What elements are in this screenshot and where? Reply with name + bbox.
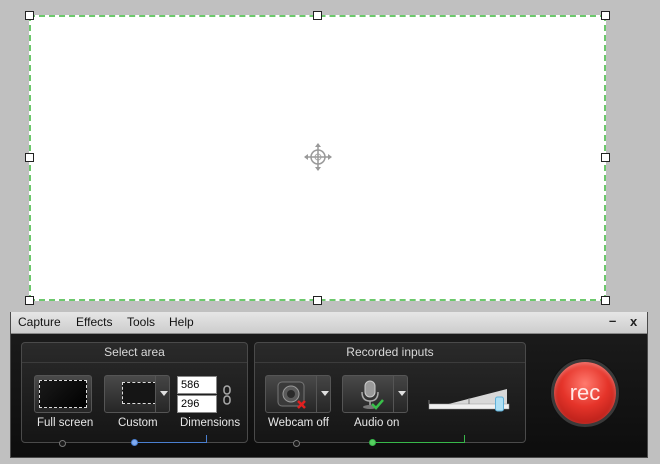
full-screen-icon [39, 380, 87, 408]
menu-bar: Capture Effects Tools Help – x [11, 312, 647, 334]
webcam-dropdown[interactable] [316, 375, 331, 413]
full-screen-indicator-dot [59, 440, 66, 447]
select-area-title: Select area [22, 343, 247, 363]
audio-label: Audio on [354, 417, 400, 429]
dimensions-label: Dimensions [180, 417, 241, 429]
menu-capture[interactable]: Capture [18, 315, 61, 329]
audio-indicator-dot [369, 439, 376, 446]
custom-track-line [137, 442, 206, 443]
audio-button[interactable] [342, 375, 394, 413]
resize-handle-bottom-left[interactable] [25, 296, 34, 305]
custom-track-tick [206, 435, 207, 443]
webcam-label: Webcam off [268, 417, 329, 429]
resize-handle-left[interactable] [25, 153, 34, 162]
audio-dropdown[interactable] [393, 375, 408, 413]
audio-track-tick [464, 435, 465, 443]
select-area-panel: Select area Full screen Custom Dimension… [21, 342, 248, 443]
width-input[interactable] [177, 376, 217, 394]
resize-handle-top[interactable] [313, 11, 322, 20]
resize-handle-right[interactable] [601, 153, 610, 162]
recorded-inputs-title: Recorded inputs [255, 343, 525, 363]
resize-handle-bottom-right[interactable] [601, 296, 610, 305]
webcam-button[interactable] [265, 375, 317, 413]
menu-tools[interactable]: Tools [127, 315, 155, 329]
microphone-icon [361, 380, 384, 410]
menu-effects[interactable]: Effects [76, 315, 112, 329]
volume-slider[interactable] [427, 383, 512, 413]
custom-label: Custom [118, 417, 158, 429]
chain-link-icon[interactable] [222, 385, 232, 405]
resize-handle-bottom[interactable] [313, 296, 322, 305]
custom-indicator-dot [131, 439, 138, 446]
minimize-button[interactable]: – [609, 313, 616, 328]
audio-track-line [374, 442, 464, 443]
volume-slider-thumb[interactable] [495, 396, 504, 412]
resize-handle-top-left[interactable] [25, 11, 34, 20]
height-input[interactable] [177, 395, 217, 413]
custom-area-button[interactable] [104, 375, 156, 413]
webcam-indicator-dot [293, 440, 300, 447]
recorder-toolbar: Capture Effects Tools Help – x Select ar… [10, 312, 648, 458]
webcam-icon [277, 381, 306, 409]
record-button[interactable]: rec [551, 359, 619, 427]
full-screen-label: Full screen [37, 417, 94, 429]
close-button[interactable]: x [630, 314, 637, 329]
resize-handle-top-right[interactable] [601, 11, 610, 20]
custom-area-icon [122, 382, 156, 404]
full-screen-button[interactable] [34, 375, 92, 413]
move-crosshair-icon[interactable] [303, 142, 333, 172]
custom-area-dropdown[interactable] [155, 375, 170, 413]
recorded-inputs-panel: Recorded inputs Webcam off Audio on [254, 342, 526, 443]
menu-help[interactable]: Help [169, 315, 194, 329]
